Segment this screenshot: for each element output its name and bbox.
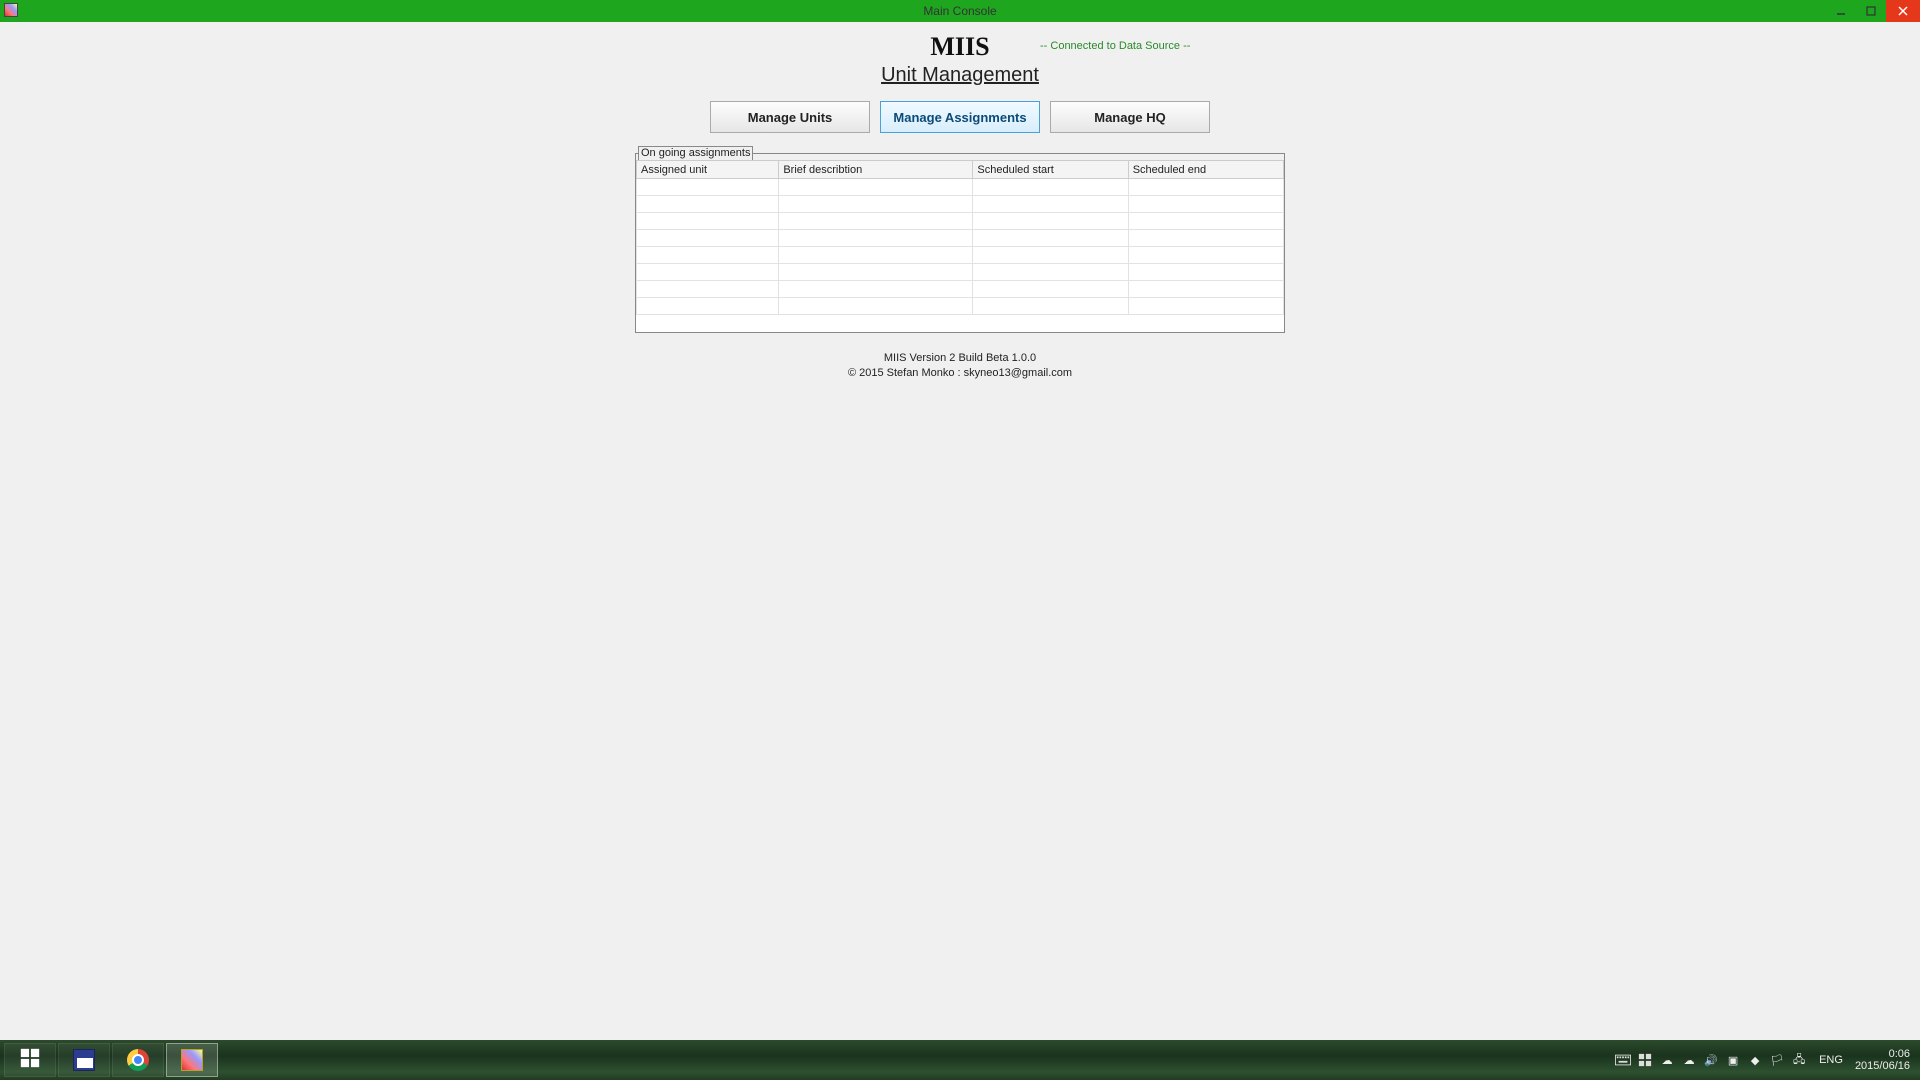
taskbar-app-floppy[interactable]	[58, 1043, 110, 1077]
footer-text: MIIS Version 2 Build Beta 1.0.0 © 2015 S…	[0, 351, 1920, 382]
table-row[interactable]	[637, 196, 1284, 213]
title-bar: Main Console	[0, 0, 1920, 22]
tab-label: Manage HQ	[1094, 110, 1166, 125]
windows-icon	[19, 1047, 41, 1074]
table-row[interactable]	[637, 213, 1284, 230]
flag-icon[interactable]: 🏳	[1769, 1052, 1785, 1068]
keyboard-icon[interactable]	[1615, 1052, 1631, 1068]
taskbar-app-chrome[interactable]	[112, 1043, 164, 1077]
window-controls	[1826, 0, 1920, 22]
col-scheduled-start[interactable]: Scheduled start	[973, 161, 1128, 179]
start-button[interactable]	[4, 1043, 56, 1077]
table-row[interactable]	[637, 298, 1284, 315]
language-indicator[interactable]: ENG	[1815, 1054, 1847, 1066]
header-block: MIIS Unit Management -- Connected to Dat…	[0, 32, 1920, 87]
taskbar-right: ☁ ☁ 🔊 ▣ ◆ 🏳 🖧 ENG 0:06 2015/06/16	[1615, 1048, 1916, 1072]
app-icon	[4, 3, 18, 17]
tray-icons: ☁ ☁ 🔊 ▣ ◆ 🏳 🖧	[1615, 1052, 1807, 1068]
tab-row: Manage Units Manage Assignments Manage H…	[0, 101, 1920, 133]
assignments-grid-scroll[interactable]: Assigned unit Brief describtion Schedule…	[636, 160, 1284, 332]
tab-manage-hq[interactable]: Manage HQ	[1050, 101, 1210, 133]
group-label: On going assignments	[638, 146, 753, 160]
chrome-icon	[127, 1049, 149, 1071]
table-row[interactable]	[637, 179, 1284, 196]
tab-manage-assignments[interactable]: Manage Assignments	[880, 101, 1040, 133]
col-scheduled-end[interactable]: Scheduled end	[1128, 161, 1283, 179]
clock-date: 2015/06/16	[1855, 1060, 1910, 1072]
table-row[interactable]	[637, 281, 1284, 298]
close-button[interactable]	[1886, 0, 1920, 22]
taskbar-left	[4, 1040, 218, 1080]
version-line: MIIS Version 2 Build Beta 1.0.0	[0, 351, 1920, 366]
content-area: MIIS Unit Management -- Connected to Dat…	[0, 22, 1920, 382]
table-row[interactable]	[637, 247, 1284, 264]
app-window-icon	[181, 1049, 203, 1071]
connection-status: -- Connected to Data Source --	[1040, 40, 1190, 52]
taskbar: ☁ ☁ 🔊 ▣ ◆ 🏳 🖧 ENG 0:06 2015/06/16	[0, 1040, 1920, 1080]
taskbar-app-current[interactable]	[166, 1043, 218, 1077]
assignments-grid: Assigned unit Brief describtion Schedule…	[636, 160, 1284, 315]
copyright-line: © 2015 Stefan Monko : skyneo13@gmail.com	[0, 366, 1920, 381]
ongoing-assignments-group: On going assignments Assigned unit Brief…	[635, 153, 1285, 333]
maximize-button[interactable]	[1856, 0, 1886, 22]
page-subtitle: Unit Management	[0, 64, 1920, 87]
floppy-icon	[73, 1049, 95, 1071]
minimize-button[interactable]	[1826, 0, 1856, 22]
tab-label: Manage Assignments	[893, 110, 1026, 125]
window-title: Main Console	[923, 4, 996, 18]
volume-icon[interactable]: 🔊	[1703, 1052, 1719, 1068]
nvidia-icon[interactable]: ◆	[1747, 1052, 1763, 1068]
table-row[interactable]	[637, 230, 1284, 247]
tab-label: Manage Units	[748, 110, 833, 125]
network-icon[interactable]: 🖧	[1791, 1052, 1807, 1068]
taskbar-clock[interactable]: 0:06 2015/06/16	[1855, 1048, 1916, 1072]
table-row[interactable]	[637, 264, 1284, 281]
col-brief-description[interactable]: Brief describtion	[779, 161, 973, 179]
app-title: MIIS	[0, 32, 1920, 62]
onedrive-icon[interactable]: ☁	[1659, 1052, 1675, 1068]
cloud-icon[interactable]: ☁	[1681, 1052, 1697, 1068]
col-assigned-unit[interactable]: Assigned unit	[637, 161, 779, 179]
windows-tray-icon[interactable]	[1637, 1052, 1653, 1068]
clock-time: 0:06	[1855, 1048, 1910, 1060]
safely-remove-icon[interactable]: ▣	[1725, 1052, 1741, 1068]
tab-manage-units[interactable]: Manage Units	[710, 101, 870, 133]
